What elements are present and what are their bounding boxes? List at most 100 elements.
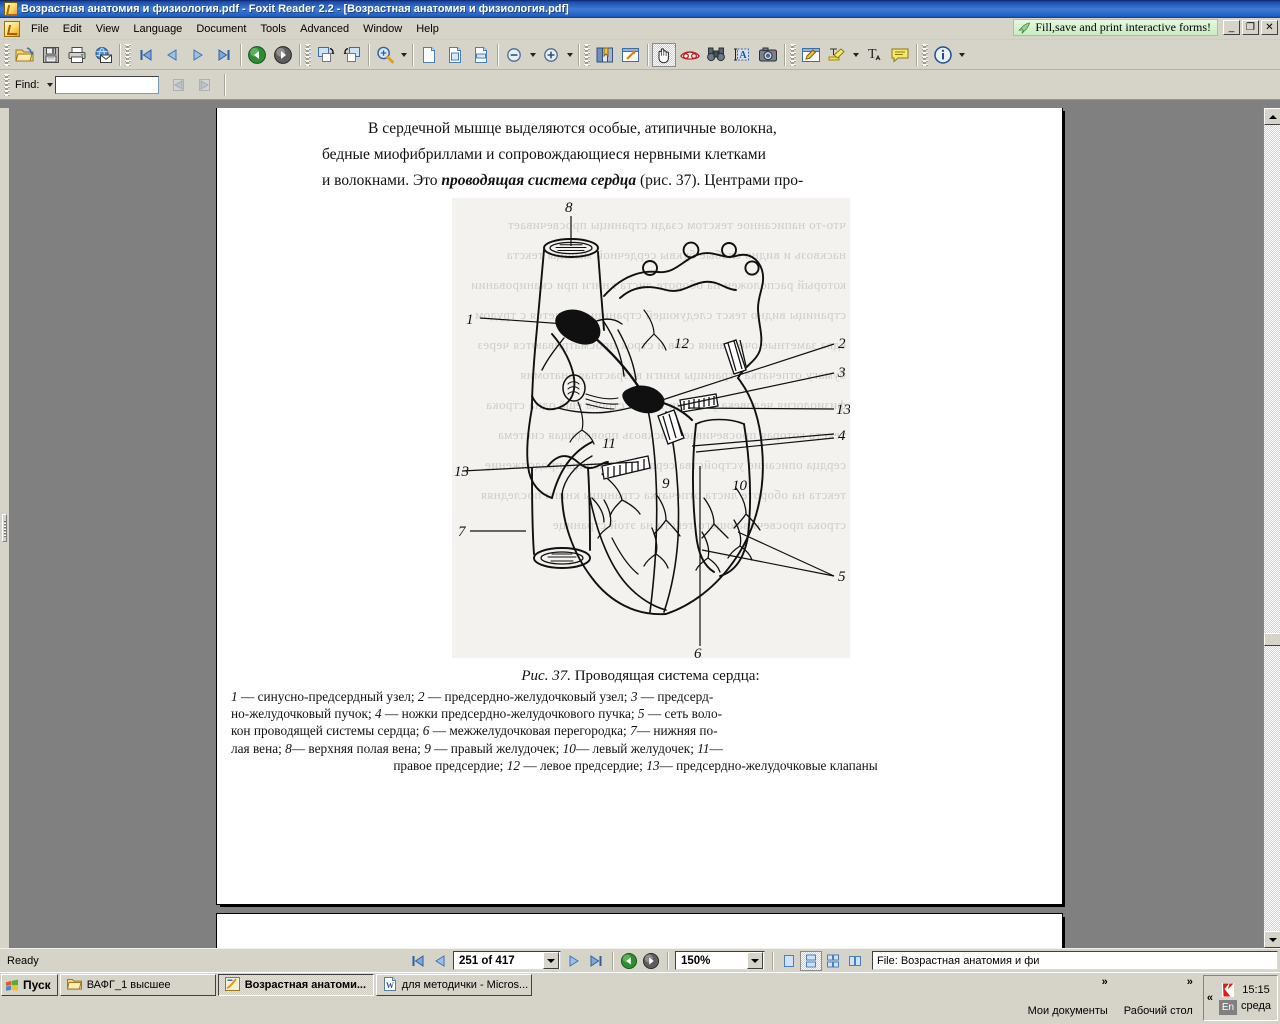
status-go-forward-icon[interactable] (640, 951, 662, 971)
continuous-view-icon[interactable] (800, 950, 822, 971)
zoom-in-dropdown-arrow[interactable] (564, 43, 575, 67)
bookmarks-icon[interactable] (593, 43, 617, 67)
find-options-arrow[interactable] (44, 73, 55, 97)
zoom-level-dropdown-arrow[interactable] (747, 952, 763, 969)
single-page-view-icon[interactable] (778, 951, 800, 971)
navigation-pane-handle[interactable] (2, 514, 7, 542)
snapshot-marker-icon[interactable] (678, 43, 702, 67)
highlight-icon[interactable] (825, 43, 849, 67)
scrollbar-track[interactable] (1264, 125, 1280, 931)
toolbar-grip-view[interactable] (584, 43, 590, 66)
taskbar-item-foxit[interactable]: Возрастная анатоми... (217, 974, 374, 996)
zoom-tool-dropdown-arrow[interactable] (398, 43, 409, 67)
menu-tools[interactable]: Tools (253, 20, 293, 38)
last-page-icon[interactable] (212, 43, 236, 67)
toolbar-my-documents[interactable]: » Мои документы (1020, 975, 1116, 1021)
zoom-in-tool-icon[interactable] (373, 43, 397, 67)
language-indicator[interactable]: En (1218, 999, 1237, 1015)
scroll-down-button[interactable] (1264, 931, 1280, 948)
menu-edit[interactable]: Edit (56, 20, 89, 38)
zoom-level-combo[interactable]: 150% (675, 951, 765, 970)
highlight-dropdown-arrow[interactable] (850, 43, 861, 67)
pdf-page-252[interactable] (217, 914, 1062, 948)
tray-expand-chevron[interactable]: « (1207, 992, 1213, 1004)
rotate-counterclockwise-icon[interactable] (340, 43, 364, 67)
previous-page-icon[interactable] (160, 43, 184, 67)
fit-page-icon[interactable] (443, 43, 467, 67)
taskbar-item-folder[interactable]: ВАФГ_1 высшее (59, 974, 216, 996)
rotate-clockwise-icon[interactable] (314, 43, 338, 67)
find-previous-icon[interactable] (167, 73, 191, 97)
annotation-icon[interactable] (799, 43, 823, 67)
go-forward-icon[interactable] (271, 43, 295, 67)
continuous-facing-view-icon[interactable] (822, 951, 844, 971)
menu-file[interactable]: File (24, 20, 56, 38)
toolbar-grip-info[interactable] (922, 43, 928, 66)
menu-advanced[interactable]: Advanced (293, 20, 356, 38)
system-clock[interactable]: 15:15 среда (1241, 982, 1271, 1014)
scroll-up-button[interactable] (1264, 108, 1280, 125)
menu-view[interactable]: View (89, 20, 127, 38)
next-page-icon[interactable] (186, 43, 210, 67)
text-tool-icon[interactable]: T (862, 43, 886, 67)
camera-snapshot-icon[interactable] (756, 43, 780, 67)
zoom-in-icon[interactable] (539, 43, 563, 67)
toolbar-grip-rotate[interactable] (305, 43, 311, 66)
toolbar-grip-nav[interactable] (125, 43, 131, 66)
menu-document[interactable]: Document (189, 20, 253, 38)
find-toolbar-grip[interactable] (4, 73, 10, 96)
open-icon[interactable] (13, 43, 37, 67)
search-input[interactable] (55, 75, 160, 94)
fit-width-icon[interactable] (469, 43, 493, 67)
document-workspace: В сердечной мышце выделяются особые, ати… (0, 108, 1280, 948)
actual-size-icon[interactable] (417, 43, 441, 67)
restore-button[interactable]: ❐ (1242, 20, 1259, 35)
menu-help[interactable]: Help (409, 20, 446, 38)
status-next-page-icon[interactable] (563, 951, 585, 971)
page-number-dropdown-arrow[interactable] (543, 952, 559, 969)
interactive-forms-banner[interactable]: Fill,save and print interactive forms! (1013, 19, 1218, 36)
zoom-out-dropdown-arrow[interactable] (527, 43, 538, 67)
toolbar-desktop[interactable]: » Рабочий стол (1116, 975, 1201, 1021)
pdf-page-251[interactable]: В сердечной мышце выделяются особые, ати… (217, 108, 1062, 904)
page-number-combo[interactable]: 251 of 417 (453, 951, 561, 970)
email-icon[interactable] (91, 43, 115, 67)
facing-view-icon[interactable] (844, 951, 866, 971)
info-dropdown-arrow[interactable] (956, 43, 967, 67)
toolbar-grip[interactable] (4, 43, 10, 66)
document-system-menu-icon[interactable] (4, 20, 20, 37)
zoom-out-icon[interactable] (502, 43, 526, 67)
note-icon[interactable] (888, 43, 912, 67)
find-next-icon[interactable] (193, 73, 217, 97)
full-screen-icon[interactable] (619, 43, 643, 67)
scrollbar-thumb[interactable] (1264, 633, 1280, 646)
status-first-page-icon[interactable] (407, 951, 429, 971)
find-binoculars-icon[interactable] (704, 43, 728, 67)
foxit-app-icon[interactable] (4, 2, 18, 16)
page-canvas[interactable]: В сердечной мышце выделяются особые, ати… (10, 108, 1263, 948)
svg-text:A: A (739, 50, 747, 61)
window-title-bar[interactable]: Возрастная анатомия и физиология.pdf - F… (0, 0, 1280, 18)
desktop-chevron[interactable]: » (1187, 976, 1193, 988)
info-icon[interactable] (931, 43, 955, 67)
taskbar-item-word[interactable]: W для методички - Micros... (375, 974, 532, 996)
status-previous-page-icon[interactable] (429, 951, 451, 971)
status-last-page-icon[interactable] (585, 951, 607, 971)
save-icon[interactable] (39, 43, 63, 67)
status-go-back-icon[interactable] (618, 951, 640, 971)
first-page-icon[interactable] (134, 43, 158, 67)
my-documents-chevron[interactable]: » (1102, 976, 1108, 988)
start-button[interactable]: Пуск (1, 974, 58, 996)
hand-tool-icon[interactable] (652, 42, 676, 67)
kaspersky-icon[interactable] (1220, 982, 1236, 998)
menu-window[interactable]: Window (356, 20, 409, 38)
print-icon[interactable] (65, 43, 89, 67)
close-button[interactable]: ✕ (1261, 20, 1278, 35)
toolbar-grip-annot[interactable] (790, 43, 796, 66)
go-back-icon[interactable] (245, 43, 269, 67)
minimize-button[interactable]: _ (1223, 20, 1240, 35)
navigation-pane-splitter[interactable] (0, 108, 10, 948)
menu-language[interactable]: Language (126, 20, 189, 38)
vertical-scrollbar[interactable] (1263, 108, 1280, 948)
select-text-icon[interactable]: A (730, 43, 754, 67)
